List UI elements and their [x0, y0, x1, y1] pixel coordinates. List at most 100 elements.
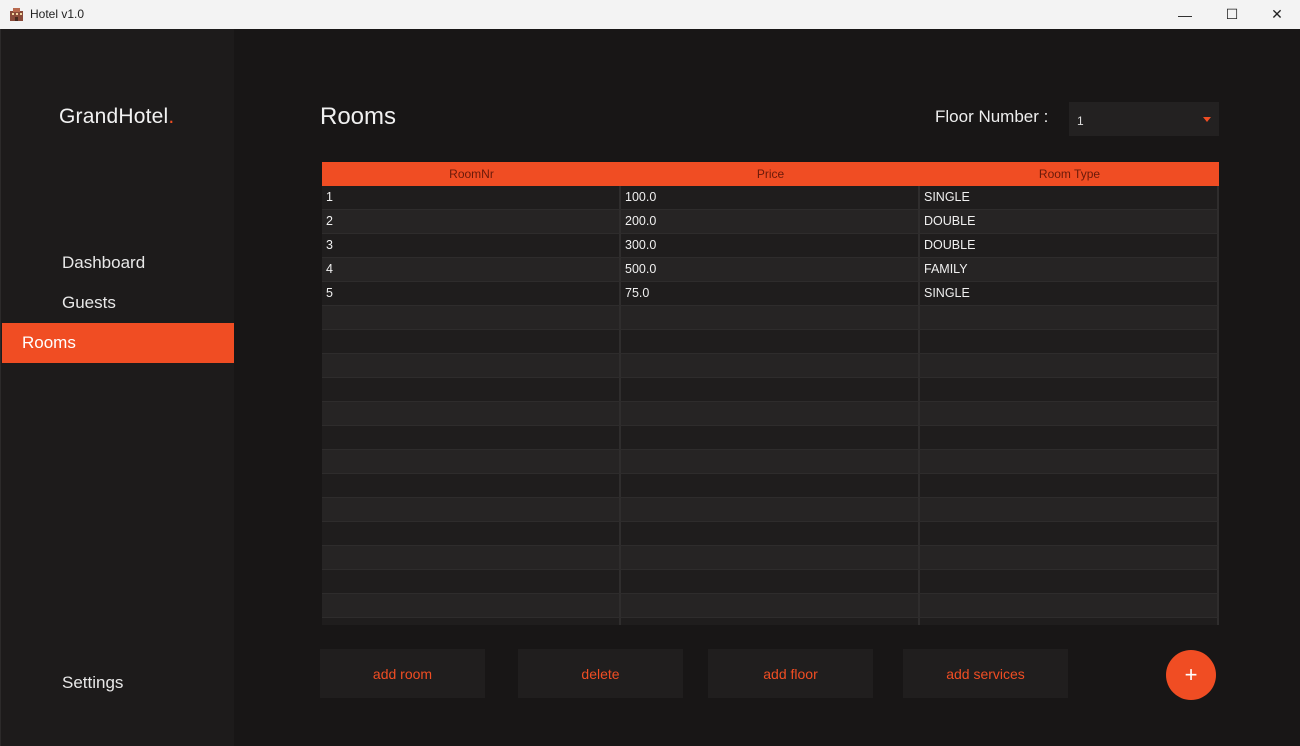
table-cell: 2 — [322, 210, 621, 233]
table-cell: 100.0 — [621, 186, 920, 209]
table-cell — [621, 330, 920, 353]
delete-button[interactable]: delete — [518, 649, 683, 698]
table-cell: 300.0 — [621, 234, 920, 257]
sidebar: GrandHotel. Dashboard Guests Rooms Setti… — [0, 29, 235, 746]
table-cell — [322, 426, 621, 449]
table-row[interactable] — [322, 594, 1219, 618]
table-row[interactable] — [322, 618, 1219, 625]
table-row[interactable] — [322, 306, 1219, 330]
table-cell — [621, 402, 920, 425]
table-cell — [621, 594, 920, 617]
table-cell — [322, 498, 621, 521]
add-floor-button[interactable]: add floor — [708, 649, 873, 698]
table-row[interactable] — [322, 330, 1219, 354]
floor-number-label: Floor Number : — [935, 107, 1049, 126]
table-cell — [322, 618, 621, 625]
add-services-button[interactable]: add services — [903, 649, 1068, 698]
sidebar-item-label: Rooms — [22, 333, 76, 352]
table-row[interactable] — [322, 498, 1219, 522]
table-cell — [621, 498, 920, 521]
table-row[interactable]: 1 100.0 SINGLE — [322, 186, 1219, 210]
brand-name: GrandHotel — [59, 105, 169, 128]
table-cell — [920, 354, 1219, 377]
table-cell — [322, 354, 621, 377]
table-row[interactable]: 5 75.0 SINGLE — [322, 282, 1219, 306]
table-cell — [920, 450, 1219, 473]
table-row[interactable] — [322, 450, 1219, 474]
brand-dot: . — [168, 105, 175, 128]
title-bar: Hotel v1.0 — ☐ ✕ — [0, 0, 1300, 29]
table-cell — [621, 546, 920, 569]
table-cell — [920, 618, 1219, 625]
table-cell — [322, 402, 621, 425]
table-cell: SINGLE — [920, 186, 1219, 209]
add-room-button[interactable]: add room — [320, 649, 485, 698]
add-services-label: add services — [946, 665, 1025, 682]
table-cell: 3 — [322, 234, 621, 257]
table-cell: 75.0 — [621, 282, 920, 305]
table-cell: 200.0 — [621, 210, 920, 233]
close-button[interactable]: ✕ — [1254, 0, 1300, 29]
main-content: Rooms Floor Number : 1 RoomNr Price Room… — [234, 29, 1300, 746]
table-cell — [621, 474, 920, 497]
table-cell — [322, 330, 621, 353]
table-row[interactable] — [322, 522, 1219, 546]
table-row[interactable] — [322, 546, 1219, 570]
table-cell — [621, 618, 920, 625]
floor-number-select[interactable]: 1 — [1069, 102, 1219, 136]
sidebar-item-settings[interactable]: Settings — [2, 663, 235, 703]
table-cell: FAMILY — [920, 258, 1219, 281]
close-icon: ✕ — [1271, 6, 1283, 22]
maximize-button[interactable]: ☐ — [1209, 0, 1255, 29]
table-row[interactable] — [322, 570, 1219, 594]
table-cell — [920, 498, 1219, 521]
sidebar-item-dashboard[interactable]: Dashboard — [2, 243, 235, 283]
table-cell — [322, 594, 621, 617]
table-cell: 5 — [322, 282, 621, 305]
add-fab-button[interactable]: + — [1166, 650, 1216, 700]
rooms-table[interactable]: RoomNr Price Room Type 1 100.0 SINGLE 2 200.… — [322, 162, 1219, 625]
table-cell — [920, 570, 1219, 593]
table-body: 1 100.0 SINGLE 2 200.0 DOUBLE 3 300.0 DOUBLE 4 500… — [322, 186, 1219, 625]
table-row[interactable] — [322, 354, 1219, 378]
app-window: Hotel v1.0 — ☐ ✕ GrandHotel. Dashboard G… — [0, 0, 1300, 746]
table-cell — [322, 474, 621, 497]
table-cell — [920, 426, 1219, 449]
table-row[interactable] — [322, 378, 1219, 402]
table-cell: 4 — [322, 258, 621, 281]
table-row[interactable]: 4 500.0 FAMILY — [322, 258, 1219, 282]
table-cell — [322, 450, 621, 473]
add-floor-label: add floor — [763, 665, 818, 682]
table-cell: 500.0 — [621, 258, 920, 281]
table-cell: 1 — [322, 186, 621, 209]
hotel-building-icon — [10, 8, 23, 21]
column-header-roomnr[interactable]: RoomNr — [322, 162, 621, 186]
table-cell — [621, 522, 920, 545]
table-cell — [920, 546, 1219, 569]
sidebar-item-rooms[interactable]: Rooms — [2, 323, 235, 363]
table-row[interactable]: 2 200.0 DOUBLE — [322, 210, 1219, 234]
table-row[interactable] — [322, 402, 1219, 426]
chevron-down-icon — [1203, 117, 1211, 122]
maximize-icon: ☐ — [1225, 6, 1239, 22]
column-header-room-type[interactable]: Room Type — [920, 162, 1219, 186]
table-cell — [621, 354, 920, 377]
column-header-price[interactable]: Price — [621, 162, 920, 186]
sidebar-item-label: Settings — [62, 673, 124, 692]
page-title: Rooms — [320, 103, 397, 130]
sidebar-item-label: Guests — [62, 293, 116, 312]
table-cell — [920, 522, 1219, 545]
floor-number-value: 1 — [1077, 114, 1084, 128]
sidebar-item-label: Dashboard — [62, 253, 146, 272]
sidebar-item-guests[interactable]: Guests — [2, 283, 235, 323]
table-row[interactable]: 3 300.0 DOUBLE — [322, 234, 1219, 258]
table-row[interactable] — [322, 474, 1219, 498]
table-row[interactable] — [322, 426, 1219, 450]
table-cell — [920, 378, 1219, 401]
table-cell — [322, 570, 621, 593]
table-cell — [322, 378, 621, 401]
table-cell — [322, 522, 621, 545]
window-title: Hotel v1.0 — [30, 7, 85, 21]
add-room-label: add room — [372, 665, 433, 682]
minimize-button[interactable]: — — [1162, 0, 1208, 29]
